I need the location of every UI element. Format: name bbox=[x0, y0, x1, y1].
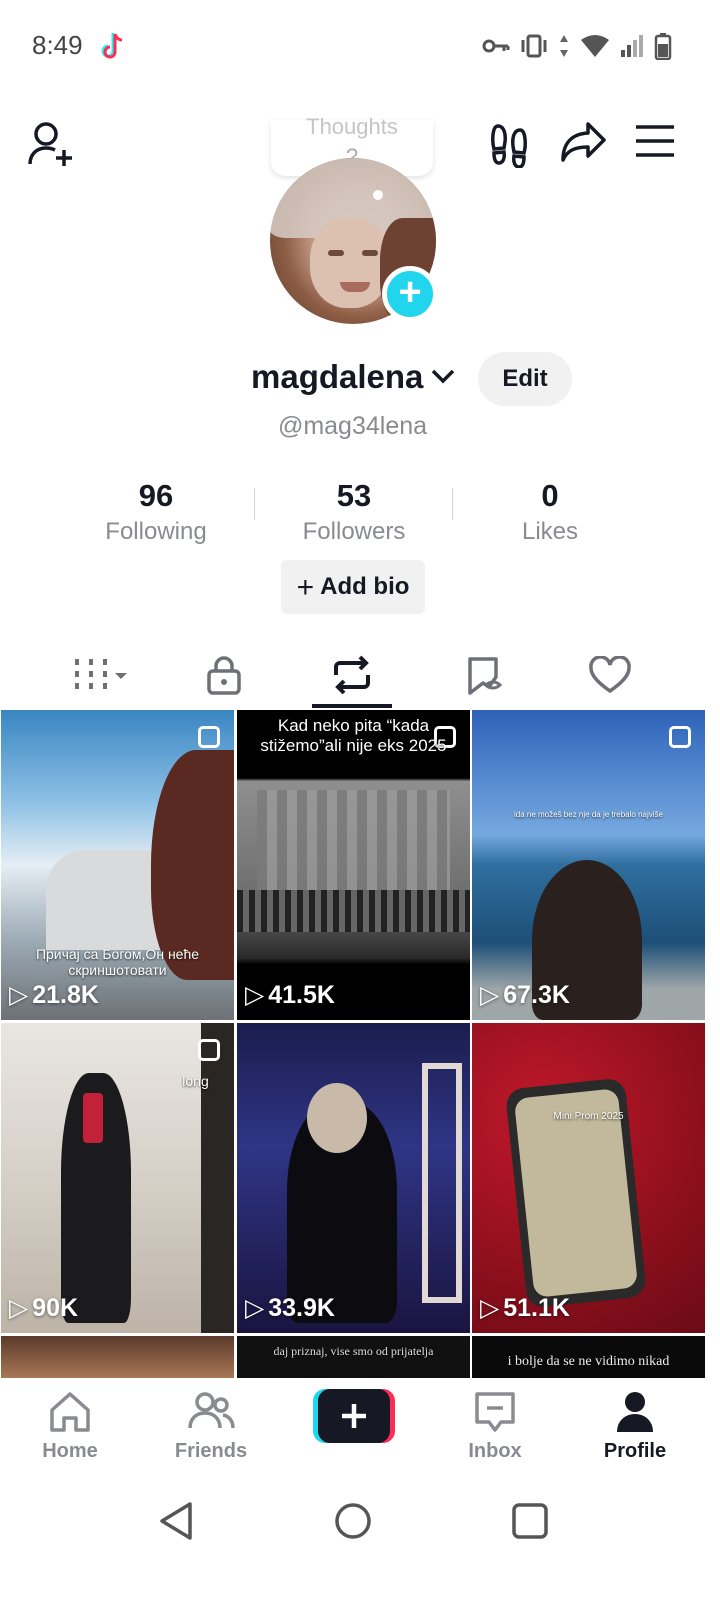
stat-value: 53 bbox=[336, 478, 372, 513]
nav-inbox-label: Inbox bbox=[468, 1440, 522, 1462]
chevron-down-icon[interactable] bbox=[430, 366, 456, 386]
note-text: Thoughts bbox=[306, 114, 398, 139]
status-time: 8:49 bbox=[32, 30, 83, 60]
tab-private[interactable] bbox=[154, 645, 294, 705]
tab-reposts[interactable] bbox=[282, 645, 422, 705]
back-icon[interactable] bbox=[156, 1500, 196, 1542]
data-arrows-icon bbox=[560, 35, 568, 57]
video-thumbnail[interactable]: Kad neko pita “kada stižemo”ali nije eks… bbox=[237, 710, 470, 1020]
view-count: ▷ 21.8K bbox=[9, 980, 99, 1010]
friends-icon bbox=[188, 1392, 235, 1429]
user-handle: @mag34lena bbox=[277, 412, 428, 440]
stat-value: 96 bbox=[138, 478, 174, 513]
add-bio-button[interactable]: + Add bio bbox=[281, 560, 425, 614]
plus-icon: + bbox=[296, 571, 315, 604]
menu-icon[interactable] bbox=[634, 124, 676, 158]
pin-icon bbox=[669, 726, 691, 748]
vibrate-icon bbox=[521, 34, 547, 58]
status-icons bbox=[482, 32, 672, 60]
view-count-value: 51.1K bbox=[503, 1293, 570, 1322]
videos-grid-icon bbox=[75, 659, 127, 689]
add-friend-icon[interactable] bbox=[26, 120, 76, 170]
footprints-icon[interactable] bbox=[488, 122, 532, 168]
tab-liked[interactable] bbox=[540, 645, 680, 705]
view-count-value: 33.9K bbox=[268, 1293, 335, 1322]
video-caption: long bbox=[182, 1073, 209, 1089]
lock-icon bbox=[207, 656, 241, 695]
signal-icon bbox=[621, 35, 643, 57]
repost-icon bbox=[334, 655, 370, 695]
nav-profile-label: Profile bbox=[603, 1440, 667, 1462]
video-thumbnail[interactable] bbox=[1, 1336, 234, 1378]
view-count-value: 67.3K bbox=[503, 980, 570, 1009]
view-count: ▷ 51.1K bbox=[480, 1293, 570, 1323]
video-caption: Причај са Богом,Он неће скриншотовати bbox=[35, 946, 200, 978]
video-thumbnail[interactable]: ida ne možeš bez nje da je trebalo najvi… bbox=[472, 710, 705, 1020]
play-icon: ▷ bbox=[9, 1294, 29, 1322]
video-thumbnail[interactable]: i bolje da se ne vidimo nikad bbox=[472, 1336, 705, 1378]
nav-home-label: Home bbox=[42, 1440, 98, 1462]
recents-icon[interactable] bbox=[510, 1500, 550, 1542]
video-thumbnail[interactable]: long ▷ 90K bbox=[1, 1023, 234, 1333]
video-thumbnail[interactable]: daj priznaj, vise smo od prijatelja bbox=[237, 1336, 470, 1378]
view-count: ▷ 90K bbox=[9, 1293, 78, 1323]
play-icon: ▷ bbox=[480, 1294, 500, 1322]
nav-profile[interactable]: Profile bbox=[575, 1390, 695, 1463]
play-icon: ▷ bbox=[9, 981, 29, 1009]
key-icon bbox=[482, 39, 510, 53]
pin-icon bbox=[198, 1039, 220, 1061]
view-count-value: 41.5K bbox=[268, 980, 335, 1009]
stat-divider bbox=[452, 488, 453, 520]
tab-favorites[interactable] bbox=[414, 645, 554, 705]
share-icon[interactable] bbox=[560, 120, 608, 164]
stat-followers[interactable]: 53 Followers bbox=[264, 478, 444, 546]
video-caption: i bolje da se ne vidimo nikad bbox=[507, 1354, 670, 1369]
username: magdalena bbox=[251, 358, 424, 395]
nav-friends-label: Friends bbox=[174, 1440, 248, 1462]
note-dot bbox=[373, 190, 383, 200]
stat-label: Following bbox=[105, 518, 207, 545]
add-bio-label: Add bio bbox=[320, 573, 410, 600]
home-icon bbox=[50, 1392, 90, 1432]
video-caption: ida ne možeš bez nje da je trebalo najvi… bbox=[514, 810, 663, 819]
tiktok-icon bbox=[101, 33, 123, 59]
nav-home[interactable]: Home bbox=[10, 1390, 130, 1463]
play-icon: ▷ bbox=[245, 1294, 265, 1322]
video-caption: daj priznaj, vise smo od prijatelja bbox=[273, 1344, 434, 1358]
stat-label: Likes bbox=[521, 518, 579, 545]
stat-likes[interactable]: 0 Likes bbox=[460, 478, 640, 546]
view-count: ▷ 41.5K bbox=[245, 980, 335, 1010]
tab-videos[interactable] bbox=[32, 645, 172, 705]
video-caption: Kad neko pita “kada stižemo”ali nije eks… bbox=[260, 716, 447, 755]
view-count: ▷ 67.3K bbox=[480, 980, 570, 1010]
view-count: ▷ 33.9K bbox=[245, 1293, 335, 1323]
view-count-value: 90K bbox=[32, 1293, 79, 1322]
create-button[interactable] bbox=[313, 1389, 395, 1443]
active-tab-indicator bbox=[312, 704, 392, 708]
wifi-icon bbox=[581, 35, 609, 57]
battery-icon bbox=[654, 33, 672, 60]
play-icon: ▷ bbox=[245, 981, 265, 1009]
video-thumbnail[interactable]: ▷ 33.9K bbox=[237, 1023, 470, 1333]
play-icon: ▷ bbox=[480, 981, 500, 1009]
heart-icon bbox=[589, 656, 631, 694]
inbox-icon bbox=[475, 1392, 515, 1432]
video-caption: Mini Prom 2025 bbox=[553, 1111, 624, 1122]
video-thumbnail[interactable]: Mini Prom 2025 ▷ 51.1K bbox=[472, 1023, 705, 1333]
stat-label: Followers bbox=[302, 518, 406, 545]
pin-icon bbox=[198, 726, 220, 748]
view-count-value: 21.8K bbox=[32, 980, 99, 1009]
stat-following[interactable]: 96 Following bbox=[66, 478, 246, 546]
nav-friends[interactable]: Friends bbox=[151, 1390, 271, 1463]
edit-profile-button[interactable]: Edit bbox=[478, 352, 572, 406]
stat-divider bbox=[254, 488, 255, 520]
favorites-icon bbox=[468, 657, 503, 695]
home-circle-icon[interactable] bbox=[333, 1500, 373, 1542]
stat-value: 0 bbox=[541, 478, 559, 513]
profile-icon bbox=[617, 1392, 653, 1432]
nav-inbox[interactable]: Inbox bbox=[435, 1390, 555, 1463]
video-thumbnail[interactable]: Причај са Богом,Он неће скриншотовати ▷ 2… bbox=[1, 710, 234, 1020]
add-story-button[interactable]: + bbox=[382, 266, 438, 322]
